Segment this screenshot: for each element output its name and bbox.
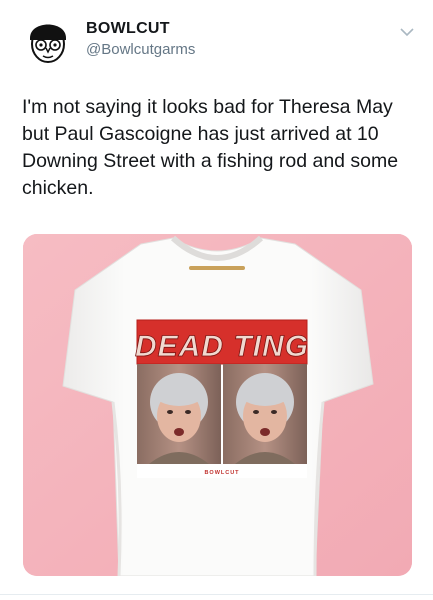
tweet-image[interactable]: DEAD TING BOWLCUT <box>23 234 412 576</box>
divider <box>0 594 433 595</box>
shirt-brand-text: BOWLCUT <box>204 470 239 476</box>
tweet-header: BOWLCUT @Bowlcutgarms <box>0 0 433 80</box>
tshirt-photo: DEAD TING BOWLCUT <box>23 234 412 576</box>
chevron-down-icon[interactable] <box>399 24 415 37</box>
hanger <box>189 266 245 270</box>
banner-text: DEAD TING <box>135 330 309 363</box>
user-handle[interactable]: @Bowlcutgarms <box>86 41 195 58</box>
tweet-text: I'm not saying it looks bad for Theresa … <box>22 96 399 199</box>
display-name[interactable]: BOWLCUT <box>86 20 170 38</box>
avatar[interactable] <box>26 14 70 66</box>
bowlcut-cartoon-avatar-icon <box>30 24 66 63</box>
